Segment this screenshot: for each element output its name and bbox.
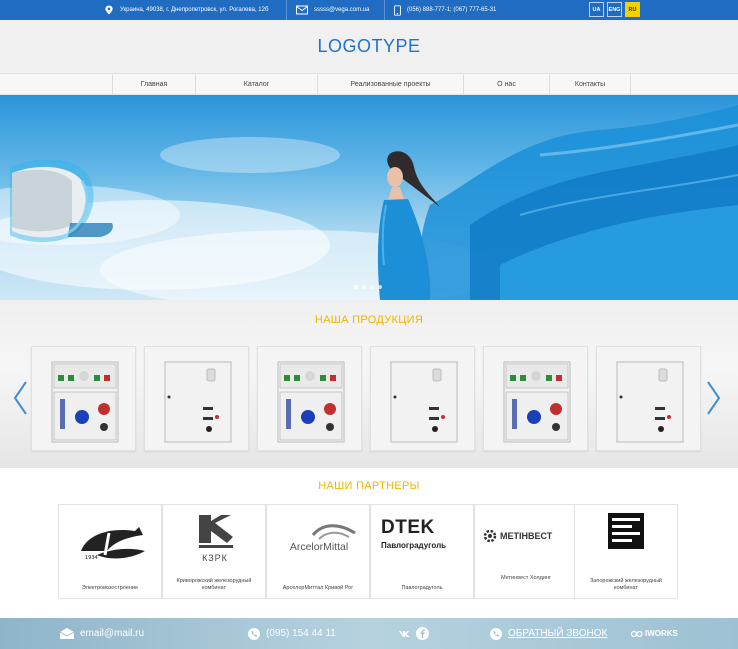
nav-item-contacts[interactable]: Контакты <box>549 74 631 95</box>
partner-caption: Криворожский железорудный комбинат <box>176 578 252 591</box>
developer-name[interactable]: IWORKS <box>645 629 678 638</box>
hero-image <box>0 105 738 300</box>
product-card[interactable] <box>596 346 701 451</box>
electrical-box-image <box>390 361 458 443</box>
svg-text:1934: 1934 <box>85 555 98 561</box>
partner-logo-text: ArcelorMittal <box>289 541 349 553</box>
envelope-icon <box>60 628 74 639</box>
phones-block: (056) 888-777-1; (067) 777-65-31 <box>394 0 496 20</box>
partner-caption: Электровозостроение <box>81 585 139 591</box>
partner-logo-elektrovoz: 1934 <box>81 527 145 561</box>
divider <box>384 0 385 20</box>
callback-link[interactable]: ОБРАТНЫЙ ЗВОНОК <box>508 628 607 639</box>
product-card[interactable] <box>144 346 249 451</box>
divider <box>286 0 287 20</box>
partner-card[interactable]: 1934 Электровозостроение <box>58 504 162 599</box>
lang-ru-button[interactable]: RU <box>625 2 640 17</box>
phones-text: (056) 888-777-1; (067) 777-65-31 <box>407 7 497 13</box>
partner-caption: Запорожский железорудный комбинат <box>589 578 663 591</box>
partner-logo-text: КЗРК <box>202 553 228 563</box>
product-card[interactable] <box>483 346 588 451</box>
product-card[interactable] <box>257 346 362 451</box>
slider-dot[interactable] <box>362 285 366 289</box>
product-card[interactable] <box>31 346 136 451</box>
partner-caption: АрселорМиттал Кривой Рог <box>282 585 354 591</box>
email-link[interactable]: sssss@vega.com.ua <box>314 7 369 13</box>
partner-logo-text: DTEK <box>381 517 435 538</box>
top-bar: Украина, 49038, г. Днепропетровск, ул. Р… <box>0 0 738 20</box>
footer: email@mail.ru (095) 154 44 11 ОБРАТНЫЙ З… <box>0 618 738 649</box>
partner-logo-zzrk <box>608 513 644 549</box>
partner-caption: Метинвест Холдинг <box>501 575 551 581</box>
control-panel-image <box>503 361 571 443</box>
footer-email[interactable]: email@mail.ru <box>60 618 144 649</box>
footer-email-link[interactable]: email@mail.ru <box>80 628 144 639</box>
chevron-right-icon[interactable] <box>706 380 722 416</box>
partner-card[interactable]: DTEK Павлоградуголь Павлоградуголь <box>370 504 474 599</box>
partner-logo-subtext: Павлоградуголь <box>381 541 447 550</box>
nav-item-home[interactable]: Главная <box>112 74 195 95</box>
metinvest-gear-icon <box>483 529 497 543</box>
iworks-logo-icon <box>631 630 643 637</box>
products-title: НАША ПРОДУКЦИЯ <box>314 314 424 326</box>
slider-dot[interactable] <box>354 285 358 289</box>
slider-dots <box>354 285 382 289</box>
facebook-icon[interactable] <box>416 627 429 640</box>
slider-dot[interactable] <box>370 285 374 289</box>
partner-card[interactable]: ArcelorMittal АрселорМиттал Кривой Рог <box>266 504 370 599</box>
hero-slider[interactable] <box>0 95 738 300</box>
site-logo[interactable]: LOGOTYPE <box>0 36 738 57</box>
mobile-phone-icon <box>394 4 401 16</box>
lang-eng-button[interactable]: ENG <box>607 2 622 17</box>
nav-item-projects[interactable]: Реализованные проекты <box>317 74 463 95</box>
chevron-left-icon[interactable] <box>12 380 28 416</box>
footer-phone: (095) 154 44 11 <box>248 618 336 649</box>
product-card[interactable] <box>370 346 475 451</box>
social-links <box>398 618 429 649</box>
main-nav: Главная Каталог Реализованные проекты О … <box>0 73 738 95</box>
developer-credit[interactable]: IWORKS <box>631 618 678 649</box>
slider-dot[interactable] <box>378 285 382 289</box>
lang-ua-button[interactable]: UA <box>589 2 604 17</box>
email-block[interactable]: sssss@vega.com.ua <box>296 0 369 20</box>
control-panel-image <box>51 361 119 443</box>
nav-item-about[interactable]: О нас <box>463 74 549 95</box>
callback-block[interactable]: ОБРАТНЫЙ ЗВОНОК <box>490 618 607 649</box>
partners-title: НАШИ ПАРТНЕРЫ <box>318 480 420 492</box>
vk-icon[interactable] <box>398 627 411 640</box>
footer-phone-text: (095) 154 44 11 <box>266 628 336 639</box>
address-text: Украина, 49038, г. Днепропетровск, ул. Р… <box>120 7 269 13</box>
address-block: Украина, 49038, г. Днепропетровск, ул. Р… <box>104 0 268 20</box>
partner-card[interactable]: МЕТІНВЕСТ Метинвест Холдинг <box>474 504 578 599</box>
partner-card[interactable]: Запорожский железорудный комбинат <box>574 504 678 599</box>
partner-caption: Павлоградуголь <box>401 585 443 591</box>
phone-icon <box>490 627 502 640</box>
partner-card[interactable]: КЗРК Криворожский железорудный комбинат <box>162 504 266 599</box>
partner-logo-text: МЕТІНВЕСТ <box>500 531 553 541</box>
electrical-box-image <box>616 361 684 443</box>
electrical-box-image <box>164 361 232 443</box>
phone-icon <box>248 627 260 640</box>
envelope-icon <box>296 5 308 15</box>
location-pin-icon <box>105 5 113 15</box>
nav-item-catalog[interactable]: Каталог <box>195 74 317 95</box>
control-panel-image <box>277 361 345 443</box>
header: LOGOTYPE <box>0 20 738 73</box>
